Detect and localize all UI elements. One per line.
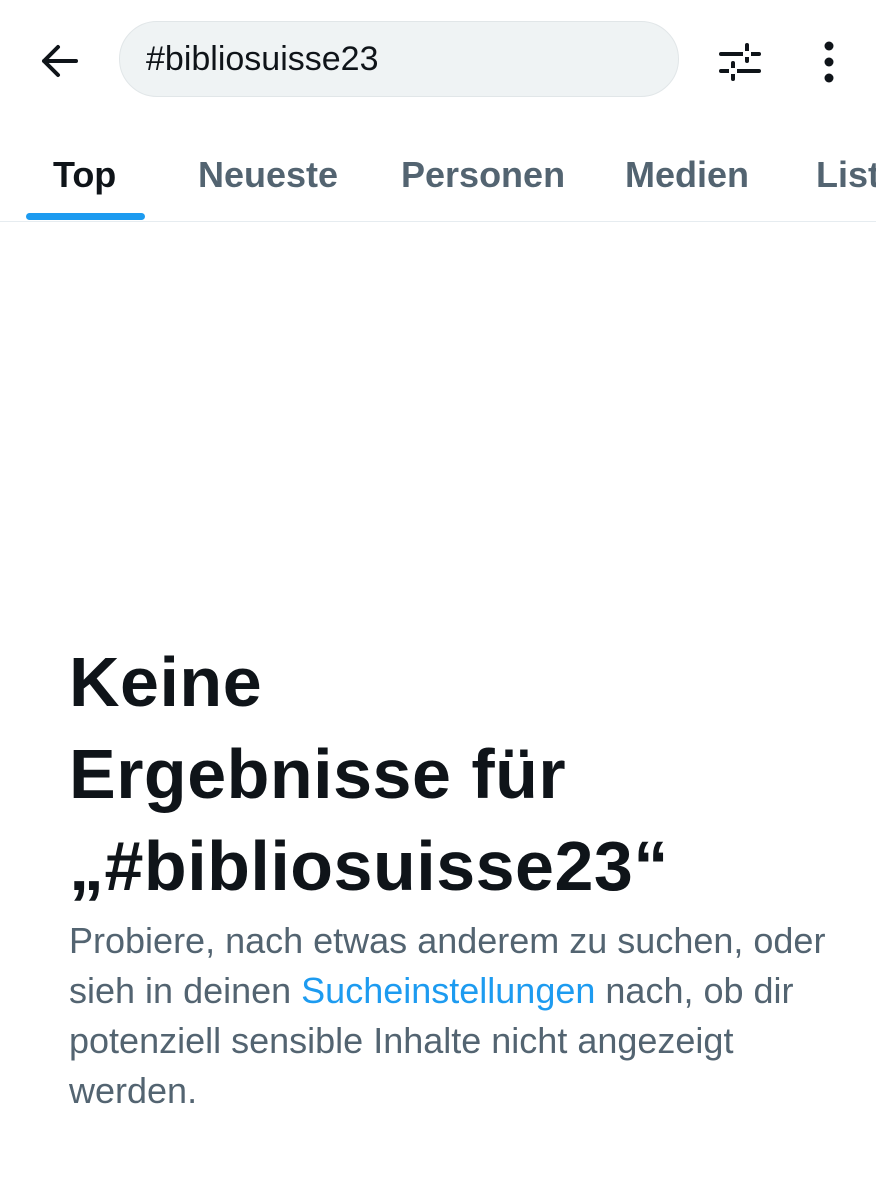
active-tab-indicator — [26, 213, 145, 220]
header — [0, 0, 876, 120]
vertical-dots-icon — [824, 41, 834, 83]
search-filter-button[interactable] — [712, 34, 768, 90]
tab-top[interactable]: Top — [53, 130, 116, 220]
more-options-button[interactable] — [802, 34, 856, 90]
tab-neueste[interactable]: Neueste — [198, 130, 338, 220]
empty-state-title-line1: Keine — [69, 643, 263, 721]
tab-bar: Top Neueste Personen Medien Listen — [0, 130, 876, 222]
tab-personen[interactable]: Personen — [401, 130, 565, 220]
search-box[interactable] — [119, 21, 679, 97]
search-settings-link[interactable]: Sucheinstellungen — [301, 970, 595, 1011]
empty-state-title: Keine Ergebnisse für „#bibliosuisse23“ — [69, 636, 829, 912]
empty-state: Keine Ergebnisse für „#bibliosuisse23“ P… — [69, 636, 829, 1116]
empty-state-description: Probiere, nach etwas anderem zu suchen, … — [69, 916, 829, 1116]
back-button[interactable] — [30, 32, 88, 90]
tab-medien[interactable]: Medien — [625, 130, 749, 220]
tab-listen[interactable]: Listen — [816, 130, 876, 220]
sliders-icon — [719, 43, 761, 81]
empty-state-title-line3: „#bibliosuisse23“ — [69, 827, 669, 905]
search-input[interactable] — [146, 39, 678, 79]
empty-state-title-line2: Ergebnisse für — [69, 735, 567, 813]
search-results-screen: Top Neueste Personen Medien Listen Keine… — [0, 0, 876, 1200]
arrow-left-icon — [42, 45, 78, 77]
